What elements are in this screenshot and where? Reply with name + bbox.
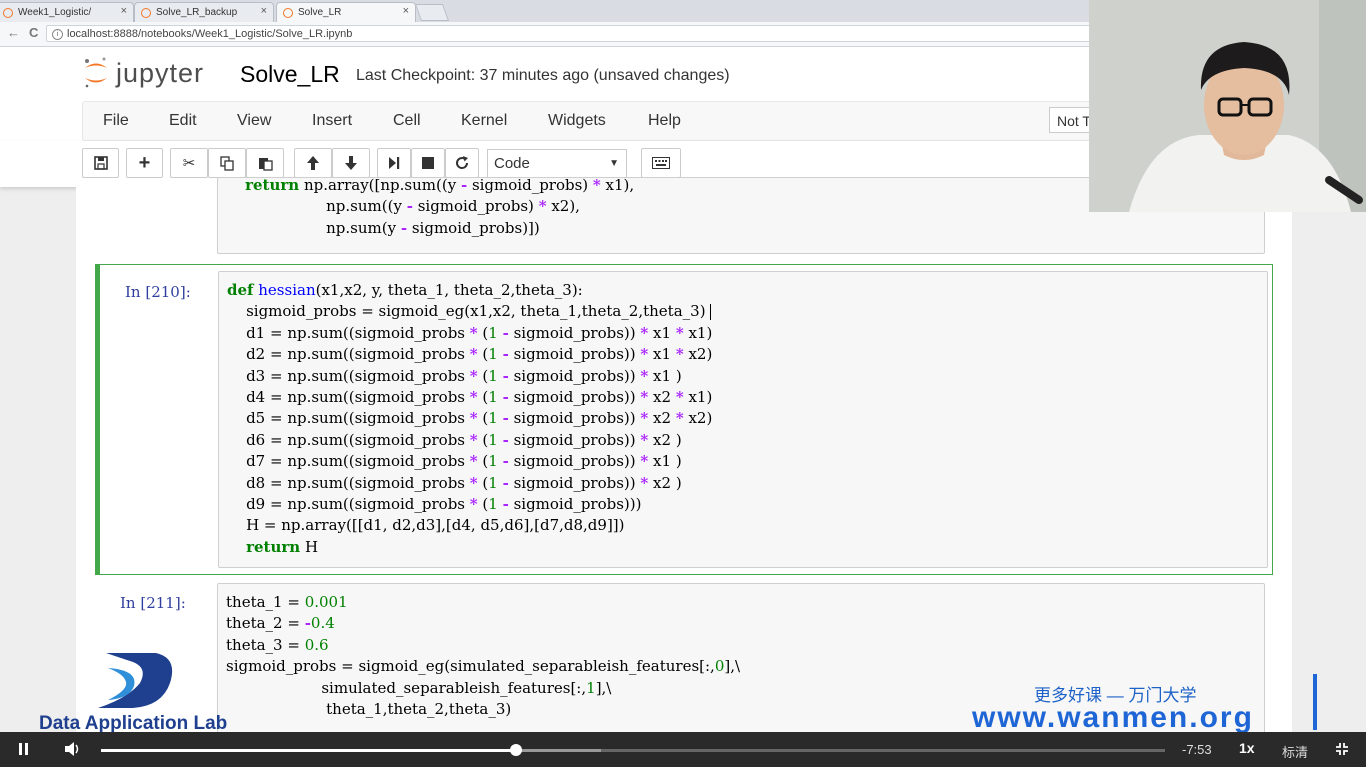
watermark-divider: [1313, 674, 1317, 730]
notebook-name[interactable]: Solve_LR: [240, 61, 340, 88]
browser-tab-solve-lr[interactable]: Solve_LR ×: [276, 2, 416, 22]
menu-kernel[interactable]: Kernel: [461, 112, 507, 130]
quality-button[interactable]: 标清: [1282, 742, 1308, 761]
presenter-video-image: [1089, 0, 1366, 212]
keyboard-icon: [652, 157, 670, 169]
cell-prompt: In [211]:: [120, 594, 186, 612]
code-previous: return np.array([np.sum((y - sigmoid_pro…: [245, 176, 635, 237]
remaining-time: -7:53: [1182, 742, 1212, 757]
notebook-page: return np.array([np.sum((y - sigmoid_pro…: [76, 176, 1292, 763]
tab-close-icon[interactable]: ×: [261, 5, 267, 17]
code-cell-hessian[interactable]: In [210]: def hessian(x1,x2, y, theta_1,…: [95, 264, 1273, 575]
cut-button[interactable]: ✂: [170, 148, 208, 178]
cell-type-select[interactable]: Code ▼: [487, 149, 627, 178]
stop-icon: [422, 157, 434, 169]
jupyter-favicon-icon: [141, 7, 151, 18]
refresh-icon: [456, 156, 469, 169]
restart-button[interactable]: [445, 148, 479, 178]
arrow-up-icon: [307, 156, 319, 170]
tab-close-icon[interactable]: ×: [403, 5, 409, 17]
insert-cell-button[interactable]: +: [126, 148, 163, 178]
menu-file[interactable]: File: [103, 112, 129, 130]
jupyter-favicon-icon: [3, 7, 13, 18]
new-tab-button[interactable]: [414, 4, 450, 21]
save-button[interactable]: [82, 148, 119, 178]
menu-insert[interactable]: Insert: [312, 112, 352, 130]
plus-icon: +: [138, 151, 151, 174]
paste-icon: [258, 157, 273, 171]
menu-edit[interactable]: Edit: [169, 112, 197, 130]
playback-speed-button[interactable]: 1x: [1239, 740, 1255, 756]
cell-prompt: In [210]:: [125, 283, 191, 301]
jupyter-logo-icon: [85, 57, 107, 88]
jupyter-favicon-icon: [283, 7, 293, 18]
jupyter-logo[interactable]: jupyter: [82, 55, 204, 91]
step-forward-icon: [389, 157, 400, 169]
cell-type-value: Code: [494, 155, 530, 172]
progress-fill: [101, 749, 516, 752]
volume-icon[interactable]: [64, 741, 82, 757]
menu-widgets[interactable]: Widgets: [548, 112, 606, 130]
tab-label: Solve_LR_backup: [156, 7, 238, 18]
menu-view[interactable]: View: [237, 112, 271, 130]
scissors-icon: ✂: [182, 155, 196, 172]
menu-help[interactable]: Help: [648, 112, 681, 130]
tab-label: Solve_LR: [298, 7, 342, 18]
checkpoint-status: Last Checkpoint: 37 minutes ago (unsaved…: [356, 67, 730, 84]
back-arrow-icon[interactable]: ←: [7, 25, 20, 40]
jupyter-logo-text: jupyter: [116, 57, 205, 88]
paste-button[interactable]: [246, 148, 284, 178]
copy-button[interactable]: [208, 148, 246, 178]
command-palette-button[interactable]: [641, 148, 681, 178]
menu-cell[interactable]: Cell: [393, 112, 421, 130]
run-button[interactable]: [377, 148, 411, 178]
exit-fullscreen-icon[interactable]: [1335, 742, 1349, 756]
copy-icon: [219, 155, 234, 171]
move-up-button[interactable]: [294, 148, 332, 178]
browser-tab-week1[interactable]: Week1_Logistic/ ×: [0, 2, 134, 22]
chevron-down-icon: ▼: [609, 158, 619, 169]
url-input[interactable]: i localhost:8888/notebooks/Week1_Logisti…: [46, 25, 1146, 42]
pause-icon[interactable]: [18, 742, 30, 756]
wanmen-url: www.wanmen.org: [972, 701, 1254, 734]
interrupt-button[interactable]: [411, 148, 445, 178]
arrow-down-icon: [345, 156, 357, 170]
save-icon: [93, 156, 108, 170]
progress-handle[interactable]: [510, 744, 522, 756]
tab-label: Week1_Logistic/: [18, 7, 92, 18]
tab-close-icon[interactable]: ×: [121, 5, 127, 17]
code-hessian: def hessian(x1,x2, y, theta_1, theta_2,t…: [227, 281, 713, 556]
info-icon[interactable]: i: [52, 29, 63, 40]
text-cursor: [710, 304, 712, 321]
menu-bar-container: File Edit View Insert Cell Kernel Widget…: [82, 101, 1094, 141]
browser-tab-backup[interactable]: Solve_LR_backup ×: [134, 2, 274, 22]
move-down-button[interactable]: [332, 148, 370, 178]
code-cell-input[interactable]: def hessian(x1,x2, y, theta_1, theta_2,t…: [218, 271, 1268, 568]
webcam-overlay: [1089, 0, 1366, 212]
reload-icon[interactable]: C: [29, 25, 38, 40]
url-text: localhost:8888/notebooks/Week1_Logistic/…: [67, 28, 353, 40]
